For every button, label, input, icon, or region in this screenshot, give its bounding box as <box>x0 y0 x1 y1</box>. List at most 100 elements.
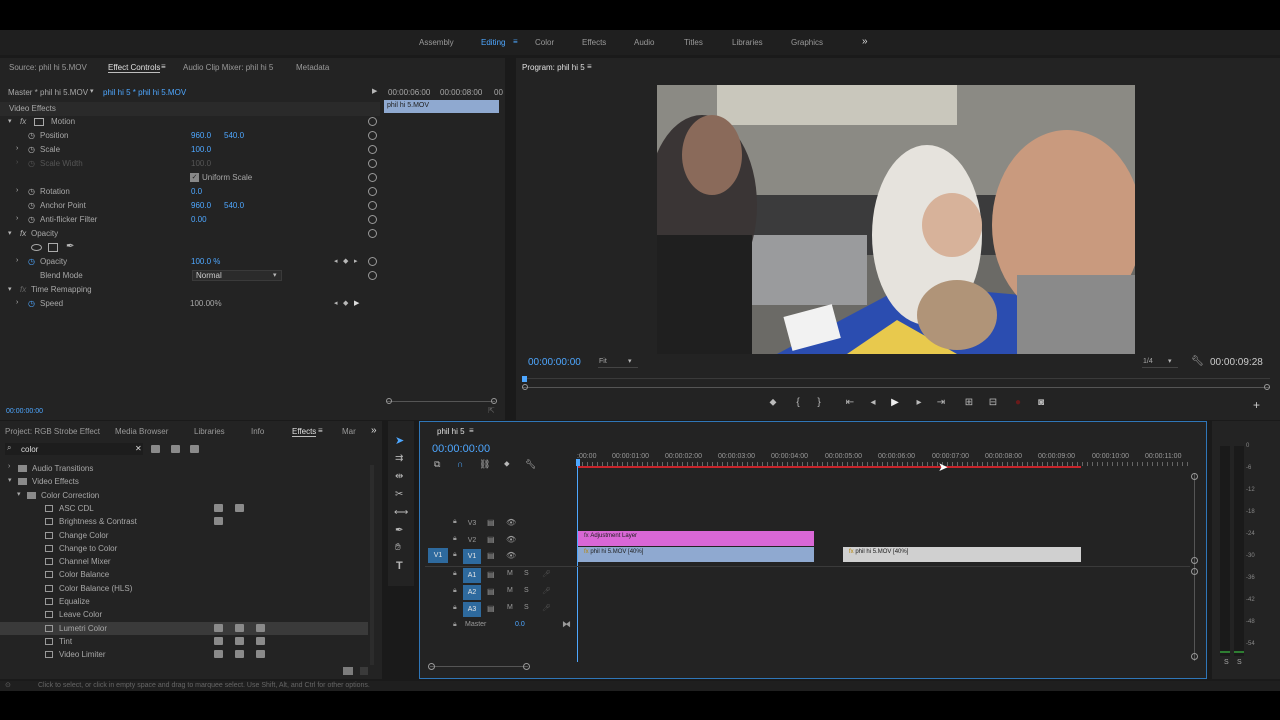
add-marker-icon[interactable]: ⬥ <box>766 397 780 408</box>
mute-button[interactable]: M <box>507 587 513 594</box>
prev-keyframe-icon[interactable]: ◂ <box>334 257 338 265</box>
lock-icon[interactable]: 🔒︎ <box>453 604 457 612</box>
rectangle-mask-icon[interactable] <box>48 243 58 252</box>
reset-icon[interactable] <box>368 215 377 224</box>
timeline-timecode[interactable]: 00:00:00:00 <box>432 443 490 455</box>
chevron-down-icon[interactable]: ▾ <box>90 87 94 95</box>
tab-media-browser[interactable]: Media Browser <box>115 427 168 436</box>
mute-button[interactable]: M <box>507 604 513 611</box>
playhead-marker[interactable] <box>522 376 527 382</box>
stopwatch-icon[interactable]: ◷ <box>28 299 35 308</box>
video-clip-2[interactable]: fx phil hi 5.MOV [40%] <box>843 547 1081 562</box>
sequence-clip-label[interactable]: phil hi 5 * phil hi 5.MOV <box>103 88 186 97</box>
tab-info[interactable]: Info <box>251 427 264 436</box>
track-target-button[interactable]: A1 <box>463 568 481 583</box>
tab-effects[interactable]: Effects <box>292 427 317 437</box>
solo-button[interactable]: S <box>524 587 529 594</box>
tab-audio-clip-mixer[interactable]: Audio Clip Mixer: phil hi 5 <box>183 63 273 72</box>
eye-icon[interactable]: 👁︎ <box>506 535 516 544</box>
chevron-right-icon[interactable]: › <box>8 463 10 470</box>
sync-lock-icon[interactable]: ▤ <box>487 587 495 596</box>
track-target-button[interactable]: V3 <box>463 516 481 531</box>
program-title[interactable]: Program: phil hi 5 <box>522 63 585 72</box>
ripple-edit-tool-icon[interactable]: ⇹ <box>395 471 403 482</box>
chevron-down-icon[interactable]: ▾ <box>8 117 12 125</box>
next-keyframe-icon[interactable]: ▶ <box>354 299 359 307</box>
fx-badge-icon[interactable]: fx <box>20 229 26 238</box>
workspace-libraries[interactable]: Libraries <box>732 38 763 47</box>
workspace-graphics[interactable]: Graphics <box>791 38 823 47</box>
stopwatch-icon[interactable]: ◷ <box>28 201 35 210</box>
extract-icon[interactable]: ⊟ <box>986 397 1000 408</box>
effects-folder[interactable]: › Audio Transitions <box>0 462 368 475</box>
ec-zoom-scrollbar[interactable] <box>386 398 497 404</box>
program-scrub-bar[interactable] <box>522 376 1270 392</box>
effects-folder[interactable]: ▾ Color Correction <box>0 489 368 502</box>
voiceover-icon[interactable]: 🎤︎ <box>542 570 551 578</box>
lift-icon[interactable]: ⊞ <box>962 397 976 408</box>
workspace-editing-menu-icon[interactable]: ≡ <box>513 37 518 46</box>
track-target-button[interactable]: A2 <box>463 585 481 600</box>
new-bin-icon[interactable] <box>343 667 353 675</box>
camera-icon[interactable]: ◙ <box>1034 397 1048 408</box>
chevron-right-icon[interactable]: › <box>16 257 18 264</box>
effect-item[interactable]: Video Limiter <box>0 648 368 661</box>
voiceover-icon[interactable]: 🎤︎ <box>542 604 551 612</box>
lock-icon[interactable]: 🔒︎ <box>453 551 457 559</box>
effect-item[interactable]: ASC CDL <box>0 502 368 515</box>
position-y-value[interactable]: 540.0 <box>224 131 244 140</box>
step-forward-icon[interactable]: ▸ <box>912 397 926 408</box>
voiceover-icon[interactable]: 🎤︎ <box>542 587 551 595</box>
reset-icon[interactable] <box>368 173 377 182</box>
stopwatch-icon[interactable]: ◷ <box>28 257 35 266</box>
accelerated-effects-icon[interactable] <box>151 445 160 453</box>
tab-project[interactable]: Project: RGB Strobe Effect <box>5 427 100 436</box>
track-select-tool-icon[interactable]: ⇉ <box>395 453 403 464</box>
go-to-end-icon[interactable]: ⧓ <box>562 619 571 630</box>
quality-select[interactable]: 1/4 ▾ <box>1142 357 1178 368</box>
sync-lock-icon[interactable]: ▤ <box>487 551 495 560</box>
effect-item[interactable]: Tint <box>0 635 368 648</box>
effect-item[interactable]: Equalize <box>0 595 368 608</box>
video-clip-1[interactable]: fx phil hi 5.MOV [40%] <box>578 547 814 562</box>
blend-mode-select[interactable]: Normal <box>192 270 282 281</box>
anchor-x-value[interactable]: 960.0 <box>191 201 211 210</box>
reset-icon[interactable] <box>368 229 377 238</box>
step-back-icon[interactable]: ◂ <box>866 397 880 408</box>
lock-icon[interactable]: 🔒︎ <box>453 535 457 543</box>
play-only-audio-icon[interactable]: ▶ <box>372 87 377 95</box>
tab-menu-icon[interactable]: ≡ <box>587 62 592 71</box>
mute-button[interactable]: M <box>507 570 513 577</box>
program-timecode[interactable]: 00:00:00:00 <box>528 357 581 368</box>
tab-menu-icon[interactable]: ≡ <box>161 62 166 71</box>
reset-icon[interactable] <box>368 257 377 266</box>
chevron-down-icon[interactable]: ▾ <box>17 490 21 498</box>
master-volume-value[interactable]: 0.0 <box>515 621 525 628</box>
reset-icon[interactable] <box>368 271 377 280</box>
workspace-audio[interactable]: Audio <box>634 38 654 47</box>
hand-tool-icon[interactable]: ✋︎ <box>395 542 401 553</box>
reset-icon[interactable] <box>368 187 377 196</box>
workspace-editing[interactable]: Editing <box>481 38 505 47</box>
sync-lock-icon[interactable]: ▤ <box>487 570 495 579</box>
pen-mask-icon[interactable]: ✒ <box>66 241 74 252</box>
solo-button[interactable]: S <box>524 604 529 611</box>
reset-icon[interactable] <box>368 131 377 140</box>
nest-toggle-icon[interactable]: ⧉ <box>434 459 440 470</box>
add-keyframe-icon[interactable]: ◆ <box>343 299 348 307</box>
position-x-value[interactable]: 960.0 <box>191 131 211 140</box>
effect-item[interactable]: Channel Mixer <box>0 555 368 568</box>
tab-libraries[interactable]: Libraries <box>194 427 225 436</box>
slip-tool-icon[interactable]: ⟷ <box>394 507 408 518</box>
razor-tool-icon[interactable]: ✂ <box>395 489 403 500</box>
motion-row[interactable]: ▾ fx Motion <box>0 115 377 129</box>
clear-search-icon[interactable]: ✕ <box>135 444 142 453</box>
track-target-button[interactable]: A3 <box>463 602 481 617</box>
yuv-effects-icon[interactable] <box>190 445 199 453</box>
chevron-right-icon[interactable]: › <box>16 215 18 222</box>
reset-icon[interactable] <box>368 159 377 168</box>
reset-icon[interactable] <box>368 145 377 154</box>
effect-item[interactable]: Brightness & Contrast <box>0 515 368 528</box>
effect-item[interactable]: Change Color <box>0 529 368 542</box>
antiflicker-value[interactable]: 0.00 <box>191 215 207 224</box>
